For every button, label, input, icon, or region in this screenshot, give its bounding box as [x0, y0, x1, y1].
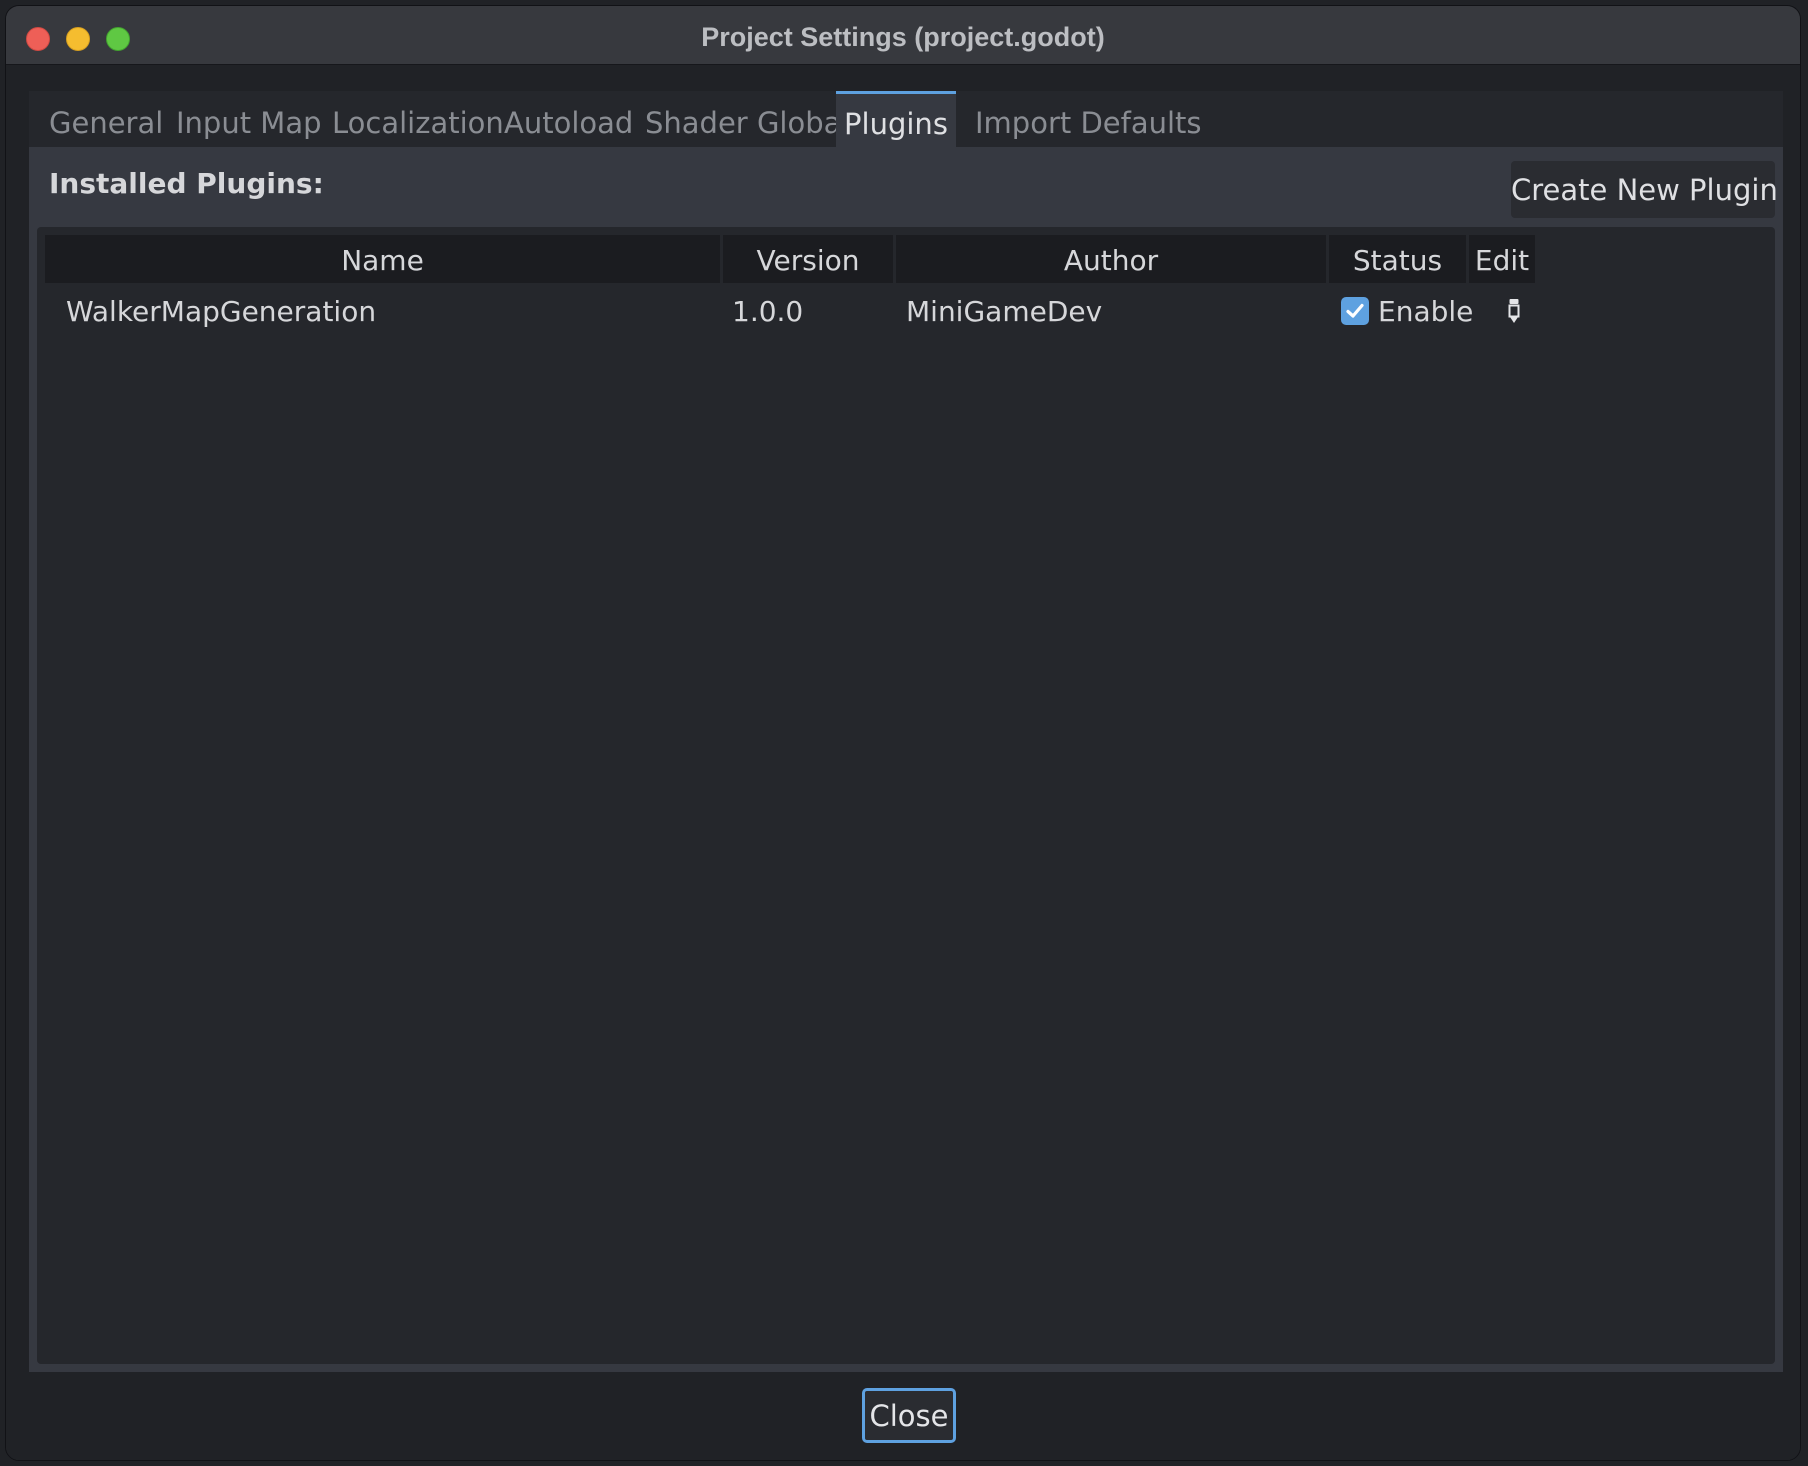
- column-header-status[interactable]: Status: [1329, 235, 1466, 283]
- column-header-version[interactable]: Version: [723, 235, 893, 283]
- column-header-edit[interactable]: Edit: [1469, 235, 1535, 283]
- tab-general[interactable]: General: [49, 91, 163, 147]
- tab-plugins[interactable]: Plugins: [836, 91, 956, 147]
- close-button[interactable]: Close: [862, 1388, 956, 1443]
- pencil-icon[interactable]: [1506, 297, 1522, 325]
- plugin-name-cell: WalkerMapGeneration: [66, 295, 377, 328]
- dialog-content: General Input Map Localization Autoload …: [6, 65, 1800, 1460]
- plugin-version-cell: 1.0.0: [732, 295, 804, 328]
- plugin-author-cell: MiniGameDev: [906, 295, 1103, 328]
- plugin-enable-checkbox[interactable]: [1341, 297, 1369, 325]
- plugin-status-label: Enable: [1378, 295, 1474, 328]
- checkmark-icon: [1346, 303, 1364, 318]
- tab-input-map[interactable]: Input Map: [176, 91, 322, 147]
- tab-import-defaults[interactable]: Import Defaults: [975, 91, 1202, 147]
- project-settings-window: Project Settings (project.godot) General…: [5, 5, 1801, 1461]
- title-bar: Project Settings (project.godot): [6, 6, 1800, 65]
- column-header-name[interactable]: Name: [45, 235, 720, 283]
- plugins-table: Name Version Author Status Edit WalkerMa…: [37, 227, 1775, 1364]
- settings-tab-bar: General Input Map Localization Autoload …: [29, 91, 1783, 147]
- plugins-panel: Installed Plugins: Create New Plugin Nam…: [29, 147, 1783, 1372]
- table-header: Name Version Author Status Edit: [45, 235, 1765, 283]
- table-row[interactable]: WalkerMapGeneration 1.0.0 MiniGameDev En…: [45, 285, 1765, 337]
- tab-localization[interactable]: Localization: [332, 91, 504, 147]
- window-title: Project Settings (project.godot): [701, 22, 1105, 52]
- create-new-plugin-button[interactable]: Create New Plugin: [1511, 161, 1778, 218]
- column-header-author[interactable]: Author: [896, 235, 1326, 283]
- tab-autoload[interactable]: Autoload: [504, 91, 633, 147]
- installed-plugins-label: Installed Plugins:: [49, 167, 324, 200]
- tab-shader-globals[interactable]: Shader Globals: [645, 91, 865, 147]
